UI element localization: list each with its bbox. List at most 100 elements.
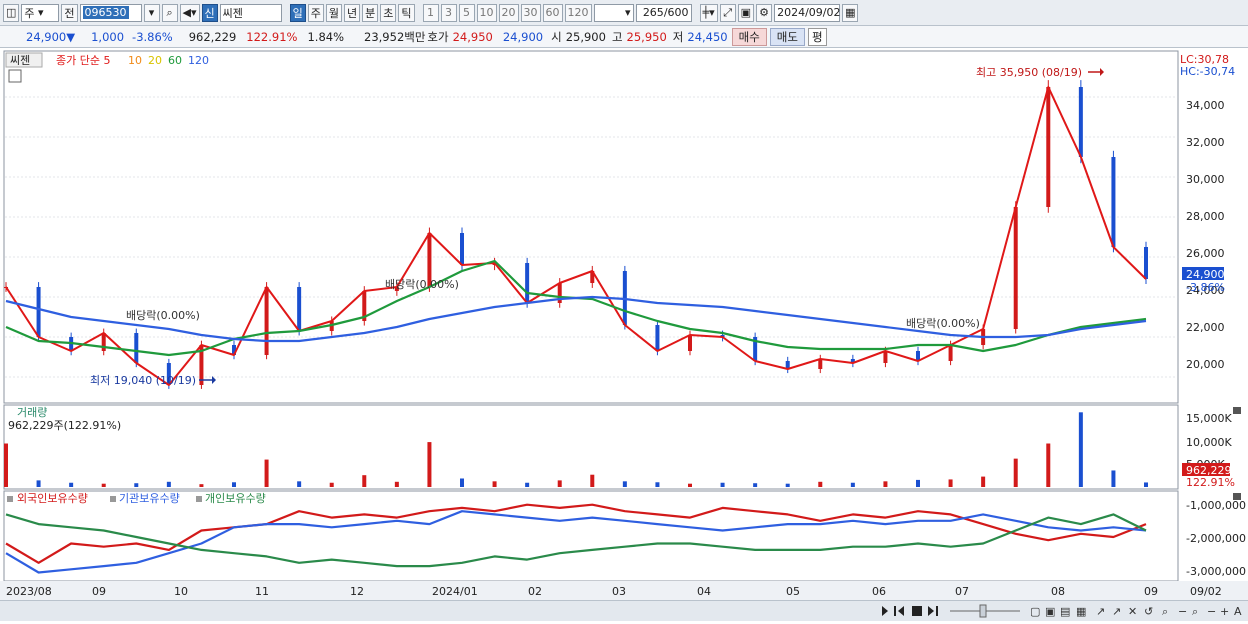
save-icon[interactable]: ▣ [737,3,755,22]
last-price-label: 24,900 [1186,268,1225,281]
volume-bar [883,481,888,487]
period-button-month[interactable]: 월 [325,3,343,22]
tick-button-5[interactable]: 5 [458,3,475,22]
period-button-day[interactable]: 일 [289,3,306,22]
ray-tool-icon[interactable]: ↗ [1112,605,1121,618]
volume-bar [850,482,855,487]
volume-bar [134,483,139,487]
period-select[interactable]: 주 ▾ [21,3,60,22]
volume-bar [818,481,823,487]
legend-bullet [110,496,116,502]
tick-button-120[interactable]: 120 [564,3,592,22]
volume-bar [720,482,725,487]
legend-bullet [196,496,202,502]
zoom-slider-thumb[interactable] [979,604,987,618]
forward-end-icon[interactable] [936,606,938,616]
volume-bar [362,475,367,487]
x-tick: 2024/01 [432,585,478,598]
open-label: 시 [551,29,562,44]
tick-button-1[interactable]: 1 [422,3,439,22]
legend-ma10: 10 [128,54,142,67]
minus-icon[interactable]: − [1207,605,1216,618]
x-tick: 02 [528,585,542,598]
candle-body [1144,247,1148,279]
stock-tag: 씨젠 [10,54,30,67]
candle-body [264,287,269,355]
period-button-tick[interactable]: 틱 [398,3,415,22]
stock-code-input[interactable]: 096530 [79,3,142,22]
period-button-year[interactable]: 년 [344,3,361,22]
average-button[interactable]: 평 [807,27,827,46]
period-button-second[interactable]: 초 [380,3,397,22]
code-dropdown-icon[interactable]: ▾ [143,3,160,22]
volume-bar [232,482,236,487]
zoom-box-icon[interactable]: ▢ [1030,605,1040,618]
tick-button-10[interactable]: 10 [476,3,497,22]
volume-value: 962,229 [188,29,237,44]
tick-button-60[interactable]: 60 [542,3,563,22]
forward-icon[interactable] [928,606,934,616]
tick-button-3[interactable]: 3 [440,3,457,22]
table-toggle-icon[interactable] [8,69,22,83]
quote-bar: 24,900 ▼ 1,000 -3.86% 962,229 122.91% 1.… [0,26,1248,48]
chart-icon[interactable]: ▣ [1045,605,1055,618]
legend-ma5: 종가 단순 5 [56,54,110,67]
tick-button-20[interactable]: 20 [498,3,519,22]
period-button-minute[interactable]: 분 [362,3,379,22]
search-icon[interactable]: ⌕ [161,3,178,22]
price-panel[interactable] [3,50,1179,404]
date-field[interactable]: 2024/09/02 [774,3,840,22]
candle-body [297,287,302,331]
line-tool-icon[interactable]: ↗ [1096,605,1105,618]
stop-icon[interactable] [912,606,922,616]
prev-button[interactable]: 전 [61,3,78,22]
stock-chart[interactable]: 씨젠 종가 단순 5 10 20 60 120 LC:30,78 HC:-30,… [0,49,1248,600]
count-field[interactable]: 265/600 [635,3,692,22]
volume-bar [199,484,204,487]
turnover-value: 1.84% [307,29,345,44]
legend-foreign: 외국인보유수량 [17,492,88,505]
draw-tool-icon[interactable]: ⤢ [719,3,736,22]
zoom-search-icon[interactable]: ⌕ [1162,605,1168,618]
navigation-bar: ▢ ▣ ▤ ▦ ↗ ↗ ✕ ↺ ⌕ − ⌕ − + A [0,600,1248,621]
settings-icon[interactable]: ⚙ [756,3,773,22]
chart-menu-icon[interactable]: ◫ [3,3,20,22]
last-change-label: -3.86% [1186,281,1225,294]
legend-individual: 개인보유수량 [205,492,266,505]
min-price-note: 최저 19,040 (10/19) [90,374,196,387]
custom-period-select[interactable]: ▾ [593,3,634,22]
undo-icon[interactable]: ↺ [1144,605,1153,618]
cross-icon[interactable]: ✕ [1128,605,1137,618]
change-percent: -3.86% [132,29,173,44]
new-badge: 신 [201,3,218,22]
play-icon[interactable] [882,606,888,616]
font-size-icon[interactable]: A [1234,605,1242,618]
panel-close-icon[interactable] [1233,407,1241,414]
y-tick: 26,000 [1186,247,1225,260]
speaker-icon[interactable]: ◀▾ [179,3,200,22]
dividend-note: 배당락(0.00%) [126,309,200,322]
legend-institution: 기관보유수량 [119,492,180,505]
buy-button[interactable]: 매수 [731,27,767,46]
sell-button[interactable]: 매도 [769,27,805,46]
candle-type-icon[interactable]: ╪▾ [699,3,718,22]
tick-button-30[interactable]: 30 [520,3,541,22]
candle-body [883,351,888,363]
period-button-week[interactable]: 주 [307,3,324,22]
volume-bar [101,483,106,487]
stock-name-field[interactable]: 씨젠 [219,3,282,22]
table-icon[interactable]: ▦ [1076,605,1086,618]
calendar-icon[interactable]: ▦ [842,3,859,22]
volume-bar [264,459,269,487]
compare-icon[interactable]: ▤ [1060,605,1070,618]
zoom-in-search-icon[interactable]: ⌕ [1192,605,1198,618]
ask-price: 24,950 [452,29,493,44]
dividend-note: 배당락(0.00%) [906,317,980,330]
zoom-out-minus-icon[interactable]: − [1178,605,1187,618]
rewind-icon[interactable] [894,606,896,616]
plus-icon[interactable]: + [1220,605,1229,618]
holdings-y-tick: -2,000,000 [1186,532,1246,545]
rewind-arrow-icon[interactable] [898,606,904,616]
candle-body [525,263,530,303]
x-tick: 10 [174,585,188,598]
